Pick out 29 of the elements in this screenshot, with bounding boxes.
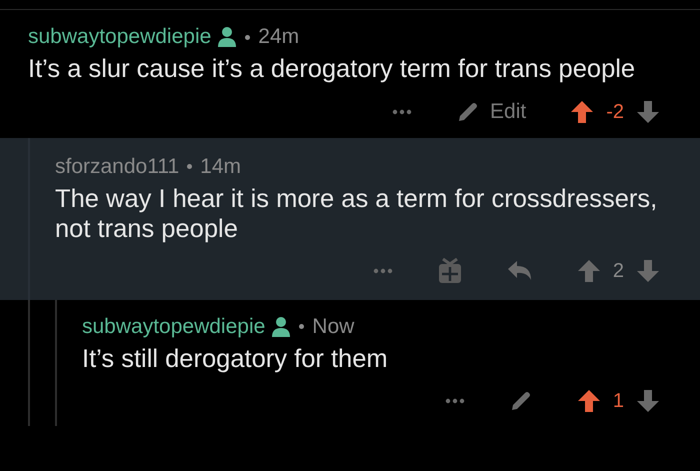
reply-icon[interactable] <box>506 260 533 282</box>
gift-icon[interactable] <box>436 258 463 284</box>
upvote-icon[interactable] <box>570 100 594 124</box>
more-icon[interactable] <box>372 268 393 274</box>
timestamp: 14m <box>200 154 242 180</box>
username[interactable]: subwaytopewdiepie <box>82 314 266 340</box>
more-icon[interactable] <box>444 398 465 404</box>
timestamp: Now <box>312 314 354 340</box>
vote-score: -2 <box>606 100 624 125</box>
separator-dot <box>245 34 250 40</box>
vote-score: 2 <box>612 258 624 284</box>
separator-dot <box>187 164 192 169</box>
username[interactable]: sforzando111 <box>55 154 180 180</box>
downvote-icon[interactable] <box>636 100 660 124</box>
edit-button[interactable]: Edit <box>456 96 526 128</box>
user-icon <box>271 316 292 338</box>
separator-dot <box>299 324 304 329</box>
user-icon <box>217 26 238 48</box>
username[interactable]: subwaytopewdiepie <box>28 24 212 50</box>
downvote-icon[interactable] <box>636 258 660 282</box>
downvote-icon[interactable] <box>636 388 660 412</box>
vote-score: 1 <box>612 388 624 414</box>
comment-text: It’s still derogatory for them <box>82 344 389 374</box>
upvote-icon[interactable] <box>576 258 601 282</box>
timestamp: 24m <box>258 24 300 50</box>
comment-text: It’s a slur cause it’s a derogatory term for trans people <box>28 54 636 84</box>
upvote-icon[interactable] <box>576 388 601 412</box>
more-icon[interactable] <box>392 108 412 115</box>
comment-text: The way I hear it is more as a term for crossdressers, not trans people <box>55 184 658 244</box>
